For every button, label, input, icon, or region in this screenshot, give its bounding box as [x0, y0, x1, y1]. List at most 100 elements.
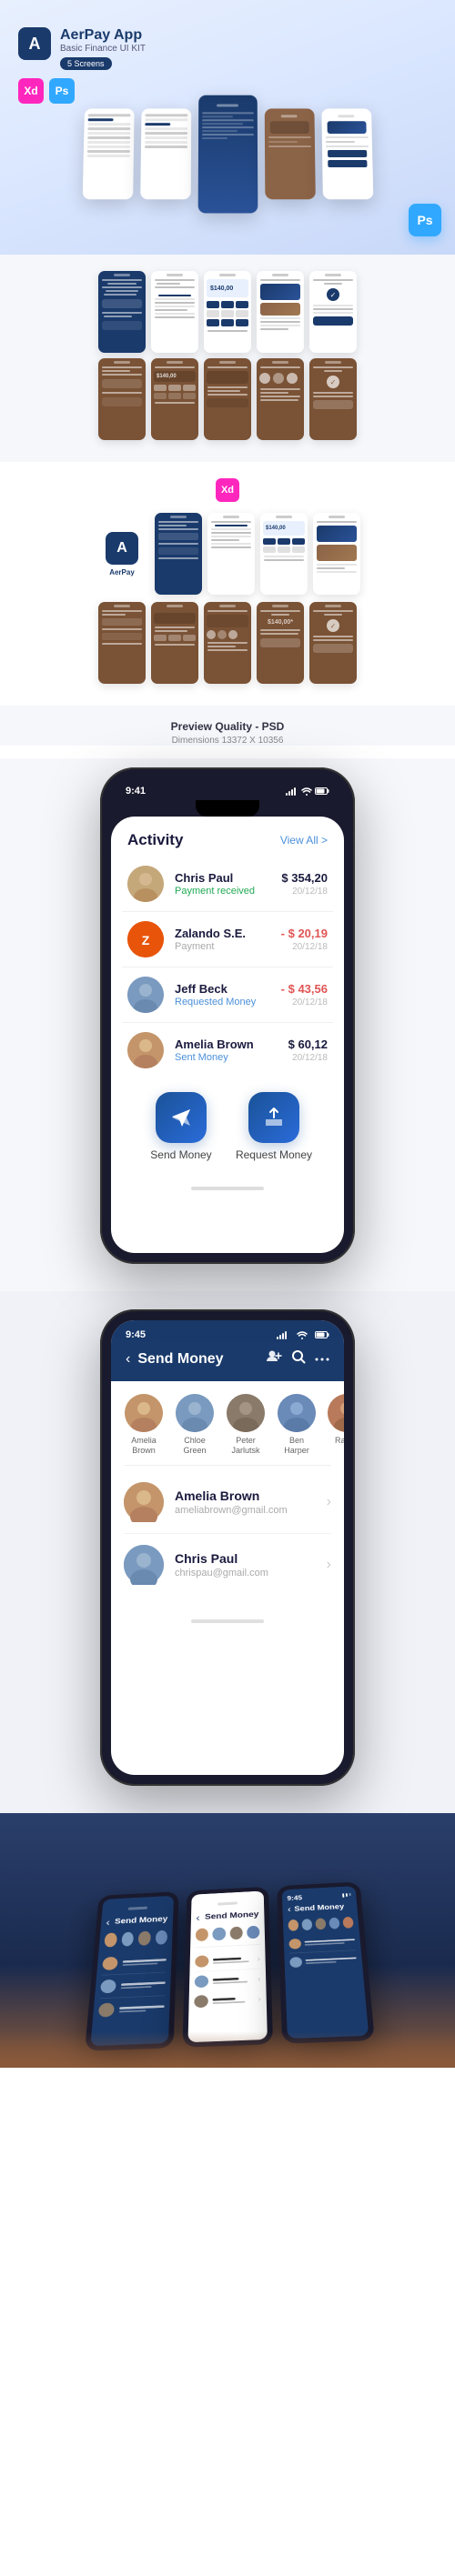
search-icon[interactable] — [291, 1349, 306, 1368]
send-icon — [170, 1107, 192, 1128]
send-money-label: Send Money — [150, 1148, 211, 1161]
avatar-image — [127, 866, 164, 902]
zalando-date: 20/12/18 — [281, 942, 328, 952]
chris-paul-date: 20/12/18 — [281, 887, 328, 897]
more-svg — [315, 1358, 329, 1361]
persp-screen-3: 9:45 ‹ Send Money — [282, 1886, 369, 2039]
back-arrow[interactable]: ‹ — [126, 1351, 130, 1368]
avatar-image — [127, 1032, 164, 1068]
xd-thumb-4 — [313, 513, 360, 595]
screens-row-2: $140,00 — [9, 358, 446, 440]
hero-phone-1 — [82, 108, 134, 199]
more-icon[interactable] — [315, 1349, 329, 1368]
view-all-link[interactable]: View All > — [280, 834, 328, 847]
search-svg — [291, 1349, 306, 1364]
send-home-indicator — [111, 1601, 344, 1632]
wifi-icon — [301, 787, 312, 796]
contacts-row: Amelia Brown Chloe Green — [111, 1381, 344, 1465]
request-money-icon-bg — [248, 1092, 299, 1143]
preview-quality-label: Preview Quality - PSD — [9, 720, 446, 733]
amelia-brown-info: Amelia Brown Sent Money — [175, 1037, 278, 1063]
jeff-beck-amount-col: - $ 43,56 20/12/18 — [281, 982, 328, 1007]
jeff-beck-type: Requested Money — [175, 997, 270, 1007]
hero-phone-3 — [264, 108, 315, 199]
chris-paul-info: Chris Paul Payment received — [175, 871, 270, 897]
thumb-8 — [204, 358, 251, 440]
send-amelia-info: Amelia Brown ameliabrown@gmail.com — [175, 1488, 316, 1516]
send-list-item[interactable]: Chris Paul chrispau@gmail.com › — [124, 1534, 331, 1596]
zalando-info: Zalando S.E. Payment — [175, 927, 270, 952]
send-nav-right-icons — [266, 1349, 329, 1368]
perspective-phones: ‹ Send Money — [85, 1881, 375, 2050]
signal-icon-send — [277, 1330, 289, 1339]
activity-title: Activity — [127, 831, 183, 849]
send-money-action[interactable]: Send Money — [140, 1092, 222, 1161]
perspective-section: ‹ Send Money — [0, 1813, 455, 2068]
chloe-avatar-img — [176, 1394, 214, 1432]
avatar-jeff-beck — [127, 977, 164, 1013]
preview-section: Preview Quality - PSD Dimensions 13372 X… — [0, 706, 455, 746]
add-people-svg — [266, 1349, 282, 1362]
send-money-section: 9:45 — [0, 1291, 455, 1813]
thumb-9 — [257, 358, 304, 440]
contact-avatar-chloe — [176, 1394, 214, 1432]
app-name: AerPay App — [60, 27, 146, 44]
xd-thumb-9: ✓ — [309, 602, 357, 684]
send-chris-info: Chris Paul chrispau@gmail.com — [175, 1551, 316, 1579]
contact-rafael[interactable]: Rafael — [328, 1394, 344, 1456]
ben-avatar-img — [278, 1394, 316, 1432]
jeff-beck-date: 20/12/18 — [281, 997, 328, 1007]
send-money-icon-bg — [156, 1092, 207, 1143]
perspective-overlay — [0, 2031, 455, 2068]
send-amelia-img — [124, 1482, 164, 1522]
send-chris-img — [124, 1545, 164, 1585]
screen-count-badge: 5 Screens — [60, 57, 112, 70]
chris-paul-amount: $ 354,20 — [281, 871, 328, 885]
hero-phone-main — [197, 95, 258, 214]
xd-row-1: A AerPay $140,00 — [9, 513, 446, 595]
activity-screen: Activity View All > Chris Paul — [111, 817, 344, 1253]
persp-phone-3: 9:45 ‹ Send Money — [277, 1881, 375, 2043]
amelia-brown-amount-col: $ 60,12 20/12/18 — [288, 1037, 328, 1063]
amelia-avatar-img — [125, 1394, 163, 1432]
contact-ben[interactable]: Ben Harper — [277, 1394, 317, 1456]
activity-item: Z Zalando S.E. Payment - $ 20,19 20/12/1… — [122, 912, 333, 967]
send-avatar-amelia — [124, 1482, 164, 1522]
xd-row-2: $140,00* ✓ — [9, 602, 446, 684]
send-list-item[interactable]: Amelia Brown ameliabrown@gmail.com › — [124, 1471, 331, 1534]
activity-header: Activity View All > — [111, 817, 344, 857]
chris-paul-type: Payment received — [175, 886, 270, 897]
request-icon — [263, 1107, 285, 1128]
send-chris-email: chrispau@gmail.com — [175, 1568, 316, 1579]
persp-screen-1: ‹ Send Money — [90, 1896, 174, 2046]
request-money-action[interactable]: Request Money — [233, 1092, 315, 1161]
app-logo: A — [18, 27, 51, 60]
contact-chloe[interactable]: Chloe Green — [175, 1394, 215, 1456]
home-indicator — [111, 1179, 344, 1198]
screens-row-1: $140,00 — [9, 271, 446, 353]
contact-name-ben: Ben Harper — [277, 1436, 317, 1456]
hero-phone-4 — [321, 108, 373, 199]
persp-phone-1: ‹ Send Money — [85, 1891, 178, 2051]
contact-avatar-ben — [278, 1394, 316, 1432]
contact-avatar-amelia — [125, 1394, 163, 1432]
send-nav: 9:45 — [111, 1320, 344, 1381]
xd-thumb-7 — [204, 602, 251, 684]
contact-amelia[interactable]: Amelia Brown — [124, 1394, 164, 1456]
jeff-beck-name: Jeff Beck — [175, 982, 270, 996]
chris-paul-name: Chris Paul — [175, 871, 270, 885]
add-people-icon[interactable] — [266, 1349, 282, 1368]
contact-peter[interactable]: Peter Jarlutsk — [226, 1394, 266, 1456]
thumb-6 — [98, 358, 146, 440]
thumb-7: $140,00 — [151, 358, 198, 440]
xd-thumb-3: $140,00 — [260, 513, 308, 595]
send-status-icons — [277, 1330, 329, 1339]
preview-dimensions: Dimensions 13372 X 10356 — [9, 736, 446, 746]
send-title: Send Money — [137, 1351, 223, 1368]
jeff-beck-amount: - $ 43,56 — [281, 982, 328, 996]
contact-name-chloe: Chloe Green — [175, 1436, 215, 1456]
signal-icon — [286, 787, 298, 796]
xd-thumb-2 — [207, 513, 255, 595]
xd-badge: Xd — [216, 478, 239, 502]
contact-name-amelia: Amelia Brown — [124, 1436, 164, 1456]
